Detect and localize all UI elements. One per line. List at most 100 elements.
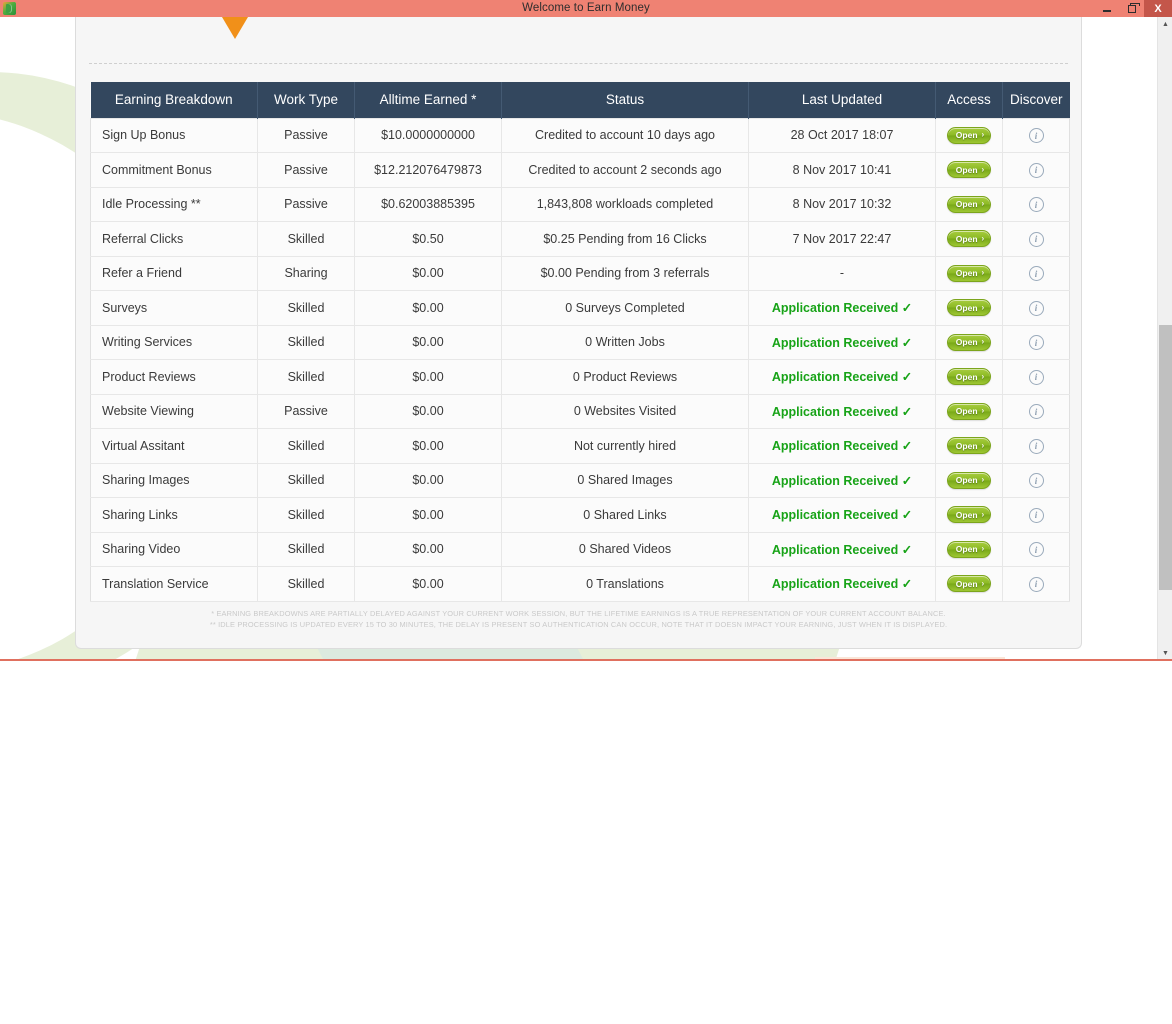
open-button[interactable]: Open ›	[946, 299, 992, 317]
open-button[interactable]: Open ›	[946, 471, 992, 489]
column-header-discover: Discover	[1002, 82, 1070, 118]
cell-alltime-earned: $0.00	[354, 566, 502, 602]
cell-last-updated: 8 Nov 2017 10:41	[748, 152, 936, 188]
cell-earning-name: Sharing Links	[90, 497, 258, 533]
cell-last-updated-value: Application Received ✓	[771, 439, 913, 454]
info-icon[interactable]: i	[1028, 335, 1044, 350]
cell-work-type: Skilled	[257, 290, 355, 326]
cell-access: Open ›	[935, 324, 1003, 360]
info-icon[interactable]: i	[1028, 542, 1044, 557]
application-window: Welcome to Earn Money X Earning Breakdow…	[0, 0, 1172, 661]
cell-status: 0 Surveys Completed	[501, 290, 749, 326]
open-button-label: Open	[955, 164, 978, 175]
cell-discover: i	[1002, 359, 1070, 395]
open-button-label: Open	[955, 233, 978, 244]
open-button[interactable]: Open ›	[946, 264, 992, 282]
cell-earning-name: Virtual Assitant	[90, 428, 258, 464]
close-button[interactable]: X	[1144, 0, 1172, 17]
table-row: Website Viewing Passive $0.00 0 Websites Vi…	[90, 393, 1070, 429]
table-row: Referral Clicks Skilled $0.50 $0.25 Pending…	[90, 221, 1070, 257]
desktop-background	[0, 661, 1172, 1024]
chevron-right-icon: ›	[981, 440, 985, 450]
column-header-earning-breakdown: Earning Breakdown	[90, 82, 258, 118]
cell-discover: i	[1002, 531, 1070, 567]
scroll-up-arrow-icon[interactable]: ▲	[1158, 17, 1172, 32]
earnings-table-container: Earning Breakdown Work Type Alltime Earn…	[90, 82, 1070, 602]
cell-earning-name: Sign Up Bonus	[90, 117, 258, 153]
title-bar[interactable]: Welcome to Earn Money X	[0, 0, 1172, 17]
cell-status: Not currently hired	[501, 428, 749, 464]
cell-status: Credited to account 2 seconds ago	[501, 152, 749, 188]
cell-last-updated: Application Received ✓	[748, 462, 936, 498]
cell-discover: i	[1002, 221, 1070, 257]
cell-access: Open ›	[935, 462, 1003, 498]
scrollbar-thumb[interactable]	[1159, 325, 1172, 590]
open-button[interactable]: Open ›	[946, 195, 992, 213]
open-button[interactable]: Open ›	[946, 368, 992, 386]
table-row: Sign Up Bonus Passive $10.0000000000 Credit…	[90, 117, 1070, 153]
cell-work-type: Skilled	[257, 497, 355, 533]
info-icon[interactable]: i	[1028, 231, 1044, 247]
table-row: Sharing Images Skilled $0.00 0 Shared Image…	[90, 462, 1070, 498]
open-button[interactable]: Open ›	[946, 437, 992, 455]
open-button[interactable]: Open ›	[946, 333, 992, 351]
cell-access: Open ›	[935, 393, 1003, 429]
info-icon[interactable]: i	[1028, 576, 1044, 592]
chevron-right-icon: ›	[981, 302, 985, 312]
cell-status: 0 Product Reviews	[501, 359, 749, 395]
chevron-right-icon: ›	[981, 371, 985, 381]
cell-discover: i	[1002, 117, 1070, 153]
cell-last-updated: Application Received ✓	[748, 531, 936, 567]
open-button[interactable]: Open ›	[946, 575, 992, 593]
info-icon[interactable]: i	[1028, 473, 1044, 488]
cell-work-type: Skilled	[257, 221, 355, 257]
cell-earning-name: Website Viewing	[90, 393, 258, 429]
cell-alltime-earned: $0.00	[354, 531, 502, 567]
cell-alltime-earned: $0.62003885395	[354, 186, 502, 222]
info-icon[interactable]: i	[1028, 197, 1044, 212]
cell-last-updated-value: Application Received ✓	[771, 370, 913, 385]
cell-last-updated: Application Received ✓	[748, 324, 936, 360]
open-button[interactable]: Open ›	[946, 230, 992, 248]
open-button-label: Open	[955, 199, 978, 209]
cell-alltime-earned: $0.00	[354, 255, 502, 291]
info-icon[interactable]: i	[1028, 162, 1044, 178]
column-header-status: Status	[501, 82, 749, 118]
cell-status: 0 Websites Visited	[501, 393, 749, 429]
vertical-scrollbar[interactable]: ▲ ▼	[1157, 17, 1172, 659]
cell-access: Open ›	[935, 290, 1003, 326]
cell-earning-name: Commitment Bonus	[90, 152, 258, 188]
table-row: Virtual Assitant Skilled $0.00 Not currentl…	[90, 428, 1070, 464]
info-icon[interactable]: i	[1028, 438, 1044, 454]
open-button[interactable]: Open ›	[946, 126, 992, 144]
column-header-alltime-earned: Alltime Earned *	[354, 82, 502, 118]
scroll-down-arrow-icon[interactable]: ▼	[1158, 646, 1172, 659]
window-controls: X	[1094, 0, 1172, 17]
open-button[interactable]: Open ›	[946, 506, 992, 524]
info-icon[interactable]: i	[1028, 507, 1044, 523]
cell-alltime-earned: $0.00	[354, 290, 502, 326]
info-icon[interactable]: i	[1028, 369, 1044, 385]
info-icon[interactable]: i	[1028, 266, 1044, 281]
info-icon[interactable]: i	[1028, 404, 1044, 419]
maximize-restore-button[interactable]	[1119, 0, 1144, 17]
cell-status: 1,843,808 workloads completed	[501, 186, 749, 222]
chevron-right-icon: ›	[981, 509, 985, 519]
open-button[interactable]: Open ›	[946, 402, 992, 420]
open-button-label: Open	[955, 509, 978, 520]
cell-alltime-earned: $0.00	[354, 428, 502, 464]
cell-last-updated: -	[748, 255, 936, 291]
info-icon[interactable]: i	[1028, 300, 1044, 316]
open-button[interactable]: Open ›	[946, 161, 992, 179]
cell-last-updated-value: Application Received ✓	[771, 577, 913, 592]
earnings-panel: Earning Breakdown Work Type Alltime Earn…	[75, 17, 1082, 649]
open-button-label: Open	[955, 130, 978, 140]
minimize-button[interactable]	[1094, 0, 1119, 17]
open-button[interactable]: Open ›	[946, 540, 992, 558]
cell-work-type: Passive	[257, 117, 355, 153]
cell-discover: i	[1002, 428, 1070, 464]
cell-earning-name: Writing Services	[90, 324, 258, 360]
info-icon[interactable]: i	[1028, 128, 1044, 143]
cell-work-type: Skilled	[257, 566, 355, 602]
cell-last-updated: 8 Nov 2017 10:32	[748, 186, 936, 222]
